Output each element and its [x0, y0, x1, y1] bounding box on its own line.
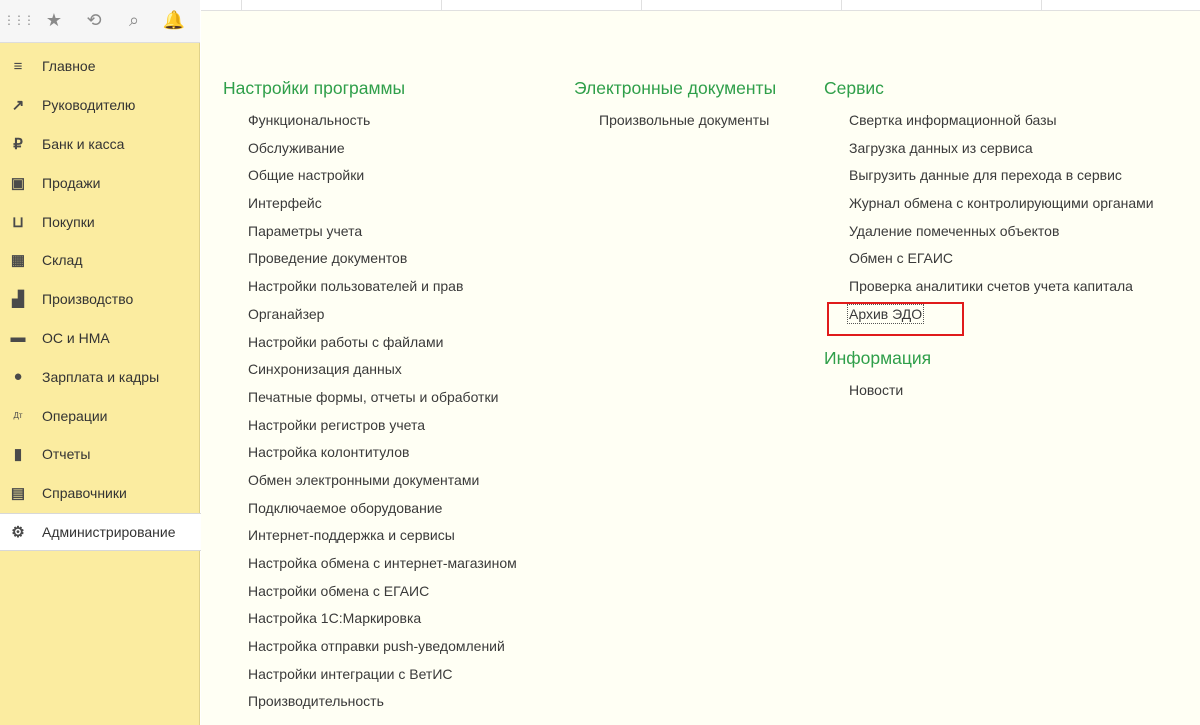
link-загрузка-данных-из-сервиса[interactable]: Загрузка данных из сервиса — [824, 138, 1154, 166]
bar-chart-icon: ▮ — [13, 446, 23, 464]
sidebar: ⋮⋮⋮ ★ ⟲ ⌕ 🔔 ≡ Главное ↗ Руководителю ₽ Банк и кас… — [0, 0, 201, 725]
ruble-coin-icon: ₽ — [13, 135, 23, 153]
link-интерфейс[interactable]: Интерфейс — [223, 193, 517, 221]
link-функциональность[interactable]: Функциональность — [223, 110, 517, 138]
history-icon[interactable]: ⟲ — [80, 6, 108, 34]
star-icon[interactable]: ★ — [40, 6, 68, 34]
link-подключаемое-оборудование[interactable]: Подключаемое оборудование — [223, 498, 517, 526]
link-производительность[interactable]: Производительность — [223, 691, 517, 719]
sidebar-item-склад[interactable]: ▦ Склад — [0, 241, 200, 280]
sidebar-item-label: Производство — [42, 291, 134, 308]
link-новости[interactable]: Новости — [824, 380, 1154, 408]
link-параметры-учета[interactable]: Параметры учета — [223, 221, 517, 249]
link-общие-настройки[interactable]: Общие настройки — [223, 165, 517, 193]
group-электронные-документы: Электронные документы Произвольные докуме… — [574, 76, 776, 138]
sidebar-item-отчеты[interactable]: ▮ Отчеты — [0, 435, 200, 474]
link-произвольные-документы[interactable]: Произвольные документы — [574, 110, 776, 138]
link-свертка-информационной-базы[interactable]: Свертка информационной базы — [824, 110, 1154, 138]
group-title: Информация — [824, 347, 932, 368]
link-органайзер[interactable]: Органайзер — [223, 304, 517, 332]
sidebar-item-label: Продажи — [42, 174, 101, 191]
group-информация: Информация Новости — [824, 346, 1154, 408]
sidebar-item-справочники[interactable]: ▤ Справочники — [0, 474, 200, 513]
sidebar-item-label: Администрирование — [42, 523, 176, 540]
gear-icon: ⚙ — [11, 523, 25, 541]
group-сервис: Сервис Свертка информационной базы Загрузк… — [824, 76, 1154, 332]
group-title: Настройки программы — [223, 78, 406, 98]
group-title: Сервис — [824, 78, 884, 98]
sidebar-item-label: Склад — [42, 252, 83, 269]
search-icon[interactable]: ⌕ — [120, 6, 148, 34]
person-icon: ● — [13, 368, 23, 386]
link-журнал-обмена-с-контролирующими-органами[interactable]: Журнал обмена с контролирующими органами — [824, 193, 1154, 221]
link-настройки-работы-с-файлами[interactable]: Настройки работы с файлами — [223, 332, 517, 360]
column-settings: Настройки программы Функциональность Обслу… — [223, 76, 517, 719]
bell-icon[interactable]: 🔔 — [160, 6, 188, 34]
sidebar-item-label: Зарплата и кадры — [42, 368, 160, 385]
sidebar-nav: ≡ Главное ↗ Руководителю ₽ Банк и касса ▣ Прода… — [0, 47, 201, 552]
trend-up-icon: ↗ — [11, 97, 25, 115]
link-интернет-поддержка-и-сервисы[interactable]: Интернет-поддержка и сервисы — [223, 525, 517, 553]
sidebar-item-руководителю[interactable]: ↗ Руководителю — [0, 86, 200, 125]
link-настройки-интеграции-с-ветис[interactable]: Настройки интеграции с ВетИС — [223, 664, 517, 692]
link-проверка-аналитики-счетов-учета-капитала[interactable]: Проверка аналитики счетов учета капитала — [824, 276, 1154, 304]
shopping-bag-icon: ▣ — [10, 174, 26, 192]
link-проведение-документов[interactable]: Проведение документов — [223, 248, 517, 276]
cart-icon: ⊔ — [12, 213, 24, 231]
link-обмен-с-егаис[interactable]: Обмен с ЕГАИС — [824, 248, 1154, 276]
truck-icon: ▬ — [10, 329, 26, 347]
link-настройки-обмена-с-егаис[interactable]: Настройки обмена с ЕГАИС — [223, 581, 517, 609]
debit-credit-icon: Дт — [13, 411, 23, 421]
sidebar-item-label: Операции — [42, 407, 108, 424]
link-настройка-1с-маркировка[interactable]: Настройка 1С:Маркировка — [223, 608, 517, 636]
sidebar-item-label: Справочники — [42, 485, 127, 502]
sidebar-item-покупки[interactable]: ⊔ Покупки — [0, 202, 200, 241]
menu-lines-icon: ≡ — [13, 57, 23, 75]
link-настройка-обмена-с-интернет-магазином[interactable]: Настройка обмена с интернет-магазином — [223, 553, 517, 581]
focused-link-text[interactable]: Архив ЭДО — [846, 303, 925, 324]
books-icon: ▤ — [10, 485, 26, 503]
sidebar-toolbar: ⋮⋮⋮ ★ ⟲ ⌕ 🔔 — [0, 0, 200, 43]
link-обслуживание[interactable]: Обслуживание — [223, 138, 517, 166]
tab-strip — [201, 0, 1200, 11]
link-выгрузить-данные-для-перехода-в-сервис[interactable]: Выгрузить данные для перехода в сервис — [824, 165, 1154, 193]
sidebar-item-label: Отчеты — [42, 446, 91, 463]
warehouse-icon: ▦ — [10, 252, 26, 270]
link-настройка-колонтитулов[interactable]: Настройка колонтитулов — [223, 442, 517, 470]
link-настройки-регистров-учета[interactable]: Настройки регистров учета — [223, 415, 517, 443]
group-title: Электронные документы — [574, 78, 777, 98]
sidebar-item-главное[interactable]: ≡ Главное — [0, 47, 200, 86]
sidebar-item-label: Главное — [42, 58, 96, 75]
link-синхронизация-данных[interactable]: Синхронизация данных — [223, 359, 517, 387]
sidebar-item-ос-и-нма[interactable]: ▬ ОС и НМА — [0, 319, 200, 358]
link-настройка-отправки-push-уведомлений[interactable]: Настройка отправки push-уведомлений — [223, 636, 517, 664]
factory-icon: ▟ — [12, 291, 24, 309]
sidebar-item-label: Руководителю — [42, 97, 136, 114]
link-печатные-формы-отчеты-и-обработки[interactable]: Печатные формы, отчеты и обработки — [223, 387, 517, 415]
apps-grid-icon[interactable]: ⋮⋮⋮ — [3, 6, 35, 34]
link-архив-эдо[interactable]: Архив ЭДО — [824, 303, 1154, 332]
sidebar-item-администрирование[interactable]: ⚙ Администрирование — [0, 512, 201, 552]
sidebar-item-производство[interactable]: ▟ Производство — [0, 280, 200, 319]
column-edocs: Электронные документы Произвольные докуме… — [574, 76, 776, 138]
group-настройки-программы: Настройки программы Функциональность Обслу… — [223, 76, 517, 719]
sidebar-item-зарплата-и-кадры[interactable]: ● Зарплата и кадры — [0, 357, 200, 396]
link-обмен-электронными-документами[interactable]: Обмен электронными документами — [223, 470, 517, 498]
sidebar-item-продажи[interactable]: ▣ Продажи — [0, 163, 200, 202]
column-service: Сервис Свертка информационной базы Загрузк… — [824, 76, 1154, 407]
sidebar-item-label: ОС и НМА — [42, 329, 110, 346]
link-удаление-помеченных-объектов[interactable]: Удаление помеченных объектов — [824, 221, 1154, 249]
sidebar-item-label: Покупки — [42, 213, 95, 230]
link-настройки-пользователей-и-прав[interactable]: Настройки пользователей и прав — [223, 276, 517, 304]
sidebar-item-банк-и-касса[interactable]: ₽ Банк и касса — [0, 125, 200, 164]
sidebar-item-операции[interactable]: Дт Операции — [0, 396, 200, 435]
sidebar-item-label: Банк и касса — [42, 135, 125, 152]
